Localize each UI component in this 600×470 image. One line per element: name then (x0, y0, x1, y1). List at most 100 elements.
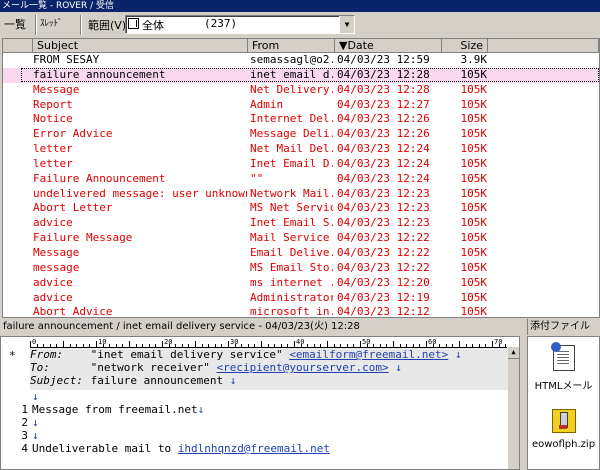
row-size: 105K (460, 97, 488, 111)
attachment-zip[interactable]: eowoflph.zip (528, 409, 599, 450)
scroll-up-icon[interactable]: ▲ (508, 347, 519, 359)
ruler-number: 60 (428, 338, 437, 346)
row-date: 04/03/23 12:59 (337, 53, 430, 66)
message-row[interactable]: letter Inet Email D... 04/03/23 12:24 105K (3, 157, 599, 172)
message-row[interactable]: letter Net Mail Del... 04/03/23 12:24 105K (3, 142, 599, 157)
attachment-name: HTMLメール (534, 381, 593, 392)
attachments-pane: HTMLメール eowoflph.zip (527, 336, 600, 470)
ruler-tick (188, 344, 190, 347)
ruler-tick (129, 341, 130, 347)
ruler-tick (49, 344, 51, 347)
column-header-icon[interactable] (3, 39, 33, 53)
line-number: 3 (21, 429, 28, 442)
ruler-tick (294, 341, 295, 347)
message-row[interactable]: message MS Email Sto... 04/03/23 12:22 105K (3, 261, 599, 276)
range-label: 範囲(V): (88, 19, 130, 32)
message-row[interactable]: Abort Advice microsoft in... 04/03/23 12:1… (3, 305, 599, 318)
message-row[interactable]: undelivered message: user unknown Network… (3, 187, 599, 202)
row-date: 04/03/23 12:24 (337, 171, 430, 185)
ruler-tick (82, 344, 84, 347)
row-date: 04/03/23 12:22 (337, 245, 430, 259)
row-subject: Message (33, 82, 80, 96)
html-doc-icon (550, 342, 575, 371)
row-from: MS Net Service (250, 201, 333, 215)
ruler-tick (30, 341, 31, 347)
ruler-tick (254, 344, 256, 347)
row-size: 105K (460, 186, 488, 200)
toolbar-separator (35, 15, 37, 35)
row-size: 105K (460, 231, 488, 245)
row-from: Network Mail... (250, 186, 333, 200)
message-row[interactable]: FROM SESAY semassagl@o2.pl 04/03/23 12:59 3… (3, 53, 599, 68)
message-row[interactable]: Failure Announcement "" 04/03/23 12:24 105K (3, 172, 599, 187)
row-date: 04/03/23 12:27 (337, 97, 430, 111)
message-row[interactable]: Failure Message Mail Service 04/03/23 12:2… (3, 231, 599, 246)
message-row[interactable]: Report Admin 04/03/23 12:27 105K (3, 98, 599, 113)
to-name: "network receiver" (90, 361, 210, 374)
message-row[interactable]: advice Administrator 04/03/23 12:19 105K (3, 291, 599, 306)
ruler-tick (478, 344, 480, 347)
line-number: 4 (21, 442, 28, 455)
return-mark: ↓ (32, 429, 39, 442)
ruler-tick (228, 341, 229, 347)
message-row[interactable]: failure announcement inet email d... 04/03… (3, 67, 599, 83)
range-select[interactable]: 全体 (237) ▼ (125, 15, 355, 34)
row-subject: advice (33, 275, 73, 289)
column-header-size[interactable]: Size (442, 39, 488, 53)
attachments-title: 添付ファイル (527, 319, 600, 335)
column-header-from[interactable]: From (248, 39, 335, 53)
ruler-tick (89, 344, 91, 347)
attachment-html[interactable]: HTMLメール (528, 342, 599, 392)
ruler-tick (148, 344, 150, 347)
message-row[interactable]: Abort Letter MS Net Service 04/03/23 12:23… (3, 201, 599, 216)
ruler-tick (393, 341, 394, 347)
message-row[interactable]: Error Advice Message Deli... 04/03/23 12:2… (3, 127, 599, 142)
header-to-line: To: "network receiver" <recipient@yourse… (30, 361, 402, 374)
ruler-tick (162, 341, 163, 347)
row-subject: Abort Advice (33, 305, 113, 318)
row-size: 105K (460, 171, 488, 185)
row-size: 105K (460, 260, 488, 274)
message-row[interactable]: advice ms internet ... 04/03/23 12:20 105K (3, 276, 599, 291)
from-label: From: (30, 348, 64, 361)
dropdown-arrow-icon[interactable]: ▼ (339, 16, 354, 33)
tab-list-view[interactable]: 一覧 (4, 16, 26, 33)
row-subject: advice (33, 290, 73, 304)
folder-range-icon (128, 18, 139, 29)
row-date: 04/03/23 12:28 (337, 82, 430, 96)
to-address-link[interactable]: <recipient@yourserver.com> (216, 361, 388, 374)
from-name: "inet email delivery service" (90, 348, 283, 361)
return-mark: ↓ (454, 348, 462, 361)
ruler-tick (327, 341, 328, 347)
ruler-tick (135, 344, 137, 347)
return-mark: ↓ (32, 416, 39, 429)
ruler-tick (439, 344, 441, 347)
row-from: inet email d... (250, 67, 333, 81)
subject-label: Subject: (30, 374, 83, 387)
tab-thread-view[interactable]: ｽﾚｯﾄﾞ (40, 16, 63, 33)
ruler-tick (452, 344, 454, 347)
message-viewer[interactable]: 0 10 20 30 40 50 60 70 ▲ * From: "inet email de… (0, 336, 520, 470)
ruler-tick (201, 344, 203, 347)
from-address-link[interactable]: <emailform@freemail.net> (289, 348, 448, 361)
row-size: 105K (460, 112, 488, 126)
body-line: Message from freemail.net↓ (32, 403, 204, 416)
message-row[interactable]: Message Email Delive... 04/03/23 12:22 105K (3, 246, 599, 261)
row-subject: Abort Letter (33, 201, 113, 215)
row-date: 04/03/23 12:23 (337, 201, 430, 215)
message-row[interactable]: Message Net Delivery... 04/03/23 12:28 105K (3, 83, 599, 98)
column-header-subject[interactable]: Subject (33, 39, 248, 53)
row-subject: FROM SESAY (33, 53, 100, 66)
subject-value: failure announcement (90, 374, 224, 387)
message-row[interactable]: advice Inet Email S... 04/03/23 12:23 105K (3, 216, 599, 231)
ruler-tick (465, 344, 467, 347)
row-date: 04/03/23 12:20 (337, 275, 430, 289)
row-subject: letter (33, 142, 73, 156)
return-mark: ↓ (395, 361, 402, 374)
body-email-link[interactable]: ihdlnhqnzd@freemail.net (178, 442, 330, 455)
row-subject: failure announcement (33, 67, 166, 81)
column-header-date[interactable]: ▼Date (335, 39, 442, 53)
header-marker: * (9, 349, 16, 362)
message-row[interactable]: Notice Internet Del... 04/03/23 12:26 105K (3, 112, 599, 127)
viewer-scrollbar[interactable]: ▲ (507, 347, 519, 469)
